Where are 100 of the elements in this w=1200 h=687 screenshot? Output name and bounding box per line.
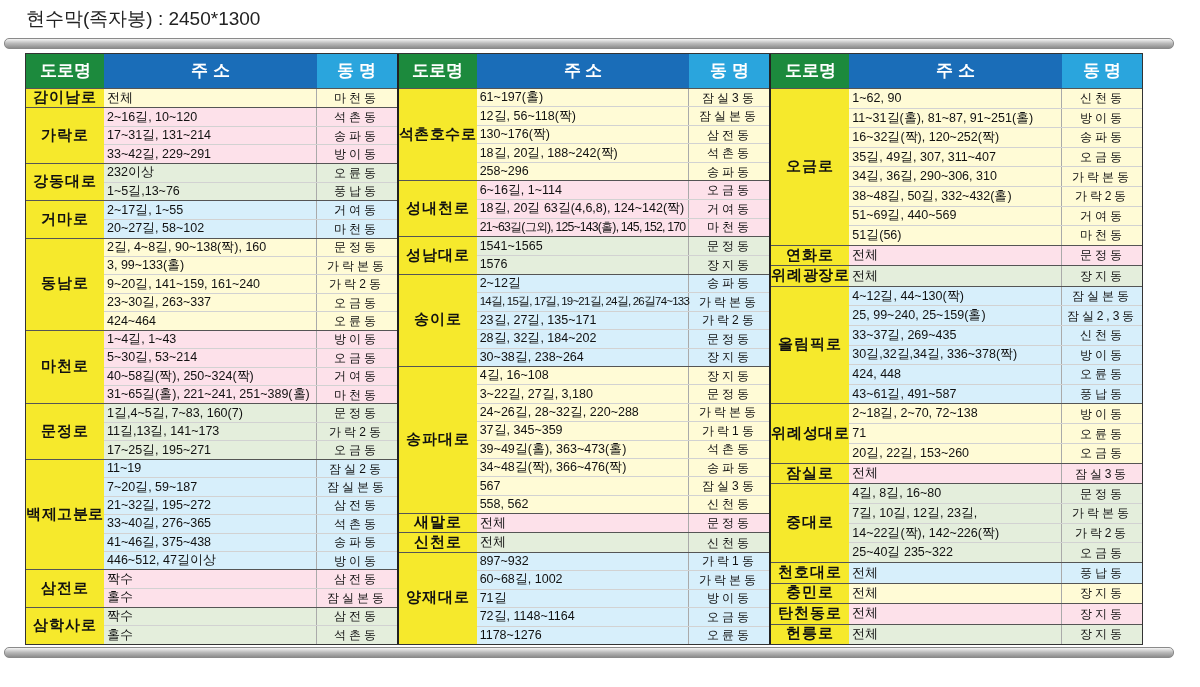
district-cell-text: 오금동 — [1078, 544, 1126, 562]
road-name-cell: 동남로 — [26, 238, 104, 330]
address-cell: 28길, 32길, 184~202 — [476, 330, 690, 348]
district-cell-text: 삼전동 — [333, 608, 381, 626]
column-header: 동 명 — [689, 54, 770, 88]
district-cell-text: 송파동 — [705, 163, 753, 181]
district-cell-text: 문정동 — [705, 515, 753, 533]
district-cell-text: 잠실2동 — [328, 460, 385, 478]
address-cell: 1~4길, 1~43 — [104, 330, 317, 349]
column-header: 주 소 — [849, 54, 1062, 88]
address-cell: 전체 — [849, 624, 1062, 645]
district-cell-text: 거여동 — [333, 202, 381, 219]
district-cell-text: 가락본동 — [325, 257, 388, 275]
address-cell: 897~932 — [476, 552, 690, 571]
address-cell: 232이상 — [104, 163, 317, 182]
road-name-cell: 성내천로 — [398, 181, 477, 237]
road-name-cell: 헌릉로 — [771, 624, 850, 645]
district-cell-text: 문정동 — [1078, 485, 1126, 503]
address-cell: 17~25길, 195~271 — [104, 441, 317, 459]
address-cell: 7길, 10길, 12길, 23길, — [849, 504, 1062, 523]
address-cell: 30~38길, 238~264 — [476, 348, 690, 366]
address-cell: 16~32길(짝), 120~252(짝) — [849, 128, 1062, 147]
district-cell-text: 가락2동 — [328, 423, 385, 441]
district-cell-text: 가락1동 — [701, 553, 758, 571]
address-cell: 34~48길(짝), 366~476(짝) — [476, 458, 690, 477]
address-cell: 61~197(홀) — [476, 89, 690, 107]
address-cell: 33~40길, 276~365 — [104, 515, 317, 533]
district-cell-text: 석촌동 — [705, 441, 753, 458]
district-cell-text: 오금동 — [333, 442, 381, 459]
road-name-cell: 감이남로 — [26, 89, 104, 108]
address-cell: 25, 99~240, 25~159(홀) — [849, 306, 1062, 325]
district-cell-text: 마천동 — [333, 90, 381, 108]
address-cell: 전체 — [849, 245, 1062, 266]
road-name-cell: 백제고분로 — [26, 460, 104, 570]
district-cell-text: 가락2동 — [328, 276, 385, 293]
district-cell-text: 방이동 — [1078, 109, 1126, 127]
district-cell-text: 문정동 — [705, 238, 753, 255]
district-cell-text: 잠실3동 — [1073, 465, 1131, 483]
address-cell: 567 — [476, 477, 690, 495]
address-cell: 홀수 — [104, 626, 317, 644]
address-cell: 5~30길, 53~214 — [104, 349, 317, 367]
address-cell: 24~26길, 28~32길, 220~288 — [476, 403, 690, 422]
address-cell: 558, 562 — [476, 495, 690, 514]
road-name-cell: 탄천동로 — [771, 604, 850, 624]
road-name-cell: 삼전로 — [26, 570, 104, 607]
district-cell-text: 가락본동 — [698, 293, 761, 311]
address-cell: 짝수 — [104, 570, 317, 588]
address-cell: 21~63길(그외), 125~143(홀), 145, 152, 170 — [476, 218, 690, 237]
road-name-cell: 강동대로 — [26, 163, 104, 201]
district-cell-text: 마천동 — [333, 220, 381, 238]
district-cell-text: 방이동 — [333, 552, 381, 570]
district-cell-text: 장지동 — [1078, 626, 1126, 644]
district-cell-text: 신천동 — [1078, 90, 1126, 108]
address-cell: 37길, 345~359 — [476, 422, 690, 440]
address-cell: 1~62, 90 — [849, 89, 1062, 108]
district-cell-text: 잠실본동 — [698, 108, 761, 125]
column-header: 도로명 — [26, 54, 104, 88]
district-cell-text: 잠실2,3동 — [1065, 307, 1139, 325]
address-cell: 33~37길, 269~435 — [849, 325, 1062, 345]
address-cell: 31~65길(홀), 221~241, 251~389(홀) — [104, 385, 317, 404]
address-cell: 2길, 4~8길, 90~138(짝), 160 — [104, 238, 317, 256]
address-cell: 12길, 56~118(짝) — [476, 107, 690, 125]
address-cell: 130~176(짝) — [476, 125, 690, 144]
address-cell: 1길,4~5길, 7~83, 160(7) — [104, 404, 317, 422]
road-name-cell: 양재대로 — [398, 552, 477, 644]
address-cell: 21~32길, 195~272 — [104, 496, 317, 515]
address-cell: 17~31길, 131~214 — [104, 126, 317, 145]
address-cell: 2~12길 — [476, 274, 690, 293]
district-cell-text: 잠실본동 — [325, 479, 388, 496]
district-cell-text: 석촌동 — [705, 145, 753, 162]
road-name-cell: 마천로 — [26, 330, 104, 404]
district-cell-text: 거여동 — [333, 368, 381, 385]
district-cell-text: 가락2동 — [1073, 188, 1131, 206]
address-cell: 전체 — [104, 89, 317, 108]
column-header: 동 명 — [316, 54, 397, 88]
address-cell: 3, 99~133(홀) — [104, 257, 317, 275]
district-cell-text: 오륜동 — [1078, 366, 1126, 384]
district-cell-text: 거여동 — [1078, 207, 1126, 225]
address-cell: 60~68길, 1002 — [476, 571, 690, 589]
district-cell-text: 송파동 — [1078, 129, 1126, 147]
district-cell-text: 장지동 — [1078, 267, 1126, 285]
address-cell: 20~27길, 58~102 — [104, 219, 317, 238]
district-cell-text: 가락본동 — [698, 404, 761, 422]
district-cell-text: 문정동 — [1078, 247, 1126, 265]
address-cell: 11~31길(홀), 81~87, 91~251(홀) — [849, 108, 1062, 128]
district-cell-text: 오금동 — [333, 294, 381, 312]
address-cell: 2~18길, 2~70, 72~138 — [849, 404, 1062, 424]
address-cell: 7~20길, 59~187 — [104, 478, 317, 496]
district-cell-text: 장지동 — [1078, 585, 1126, 603]
address-cell: 18길, 20길, 188~242(짝) — [476, 144, 690, 162]
district-cell-text: 문정동 — [705, 386, 753, 403]
district-cell-text: 오륜동 — [333, 164, 381, 182]
address-cell: 전체 — [476, 533, 690, 552]
column-header: 도로명 — [398, 54, 477, 88]
address-cell: 홀수 — [104, 588, 317, 607]
district-cell-text: 잠실3동 — [701, 89, 758, 107]
district-cell-text: 오금동 — [1078, 149, 1126, 167]
district-cell-text: 장지동 — [705, 256, 753, 274]
address-cell: 1178~1276 — [476, 626, 690, 644]
district-cell-text: 신천동 — [705, 496, 753, 514]
